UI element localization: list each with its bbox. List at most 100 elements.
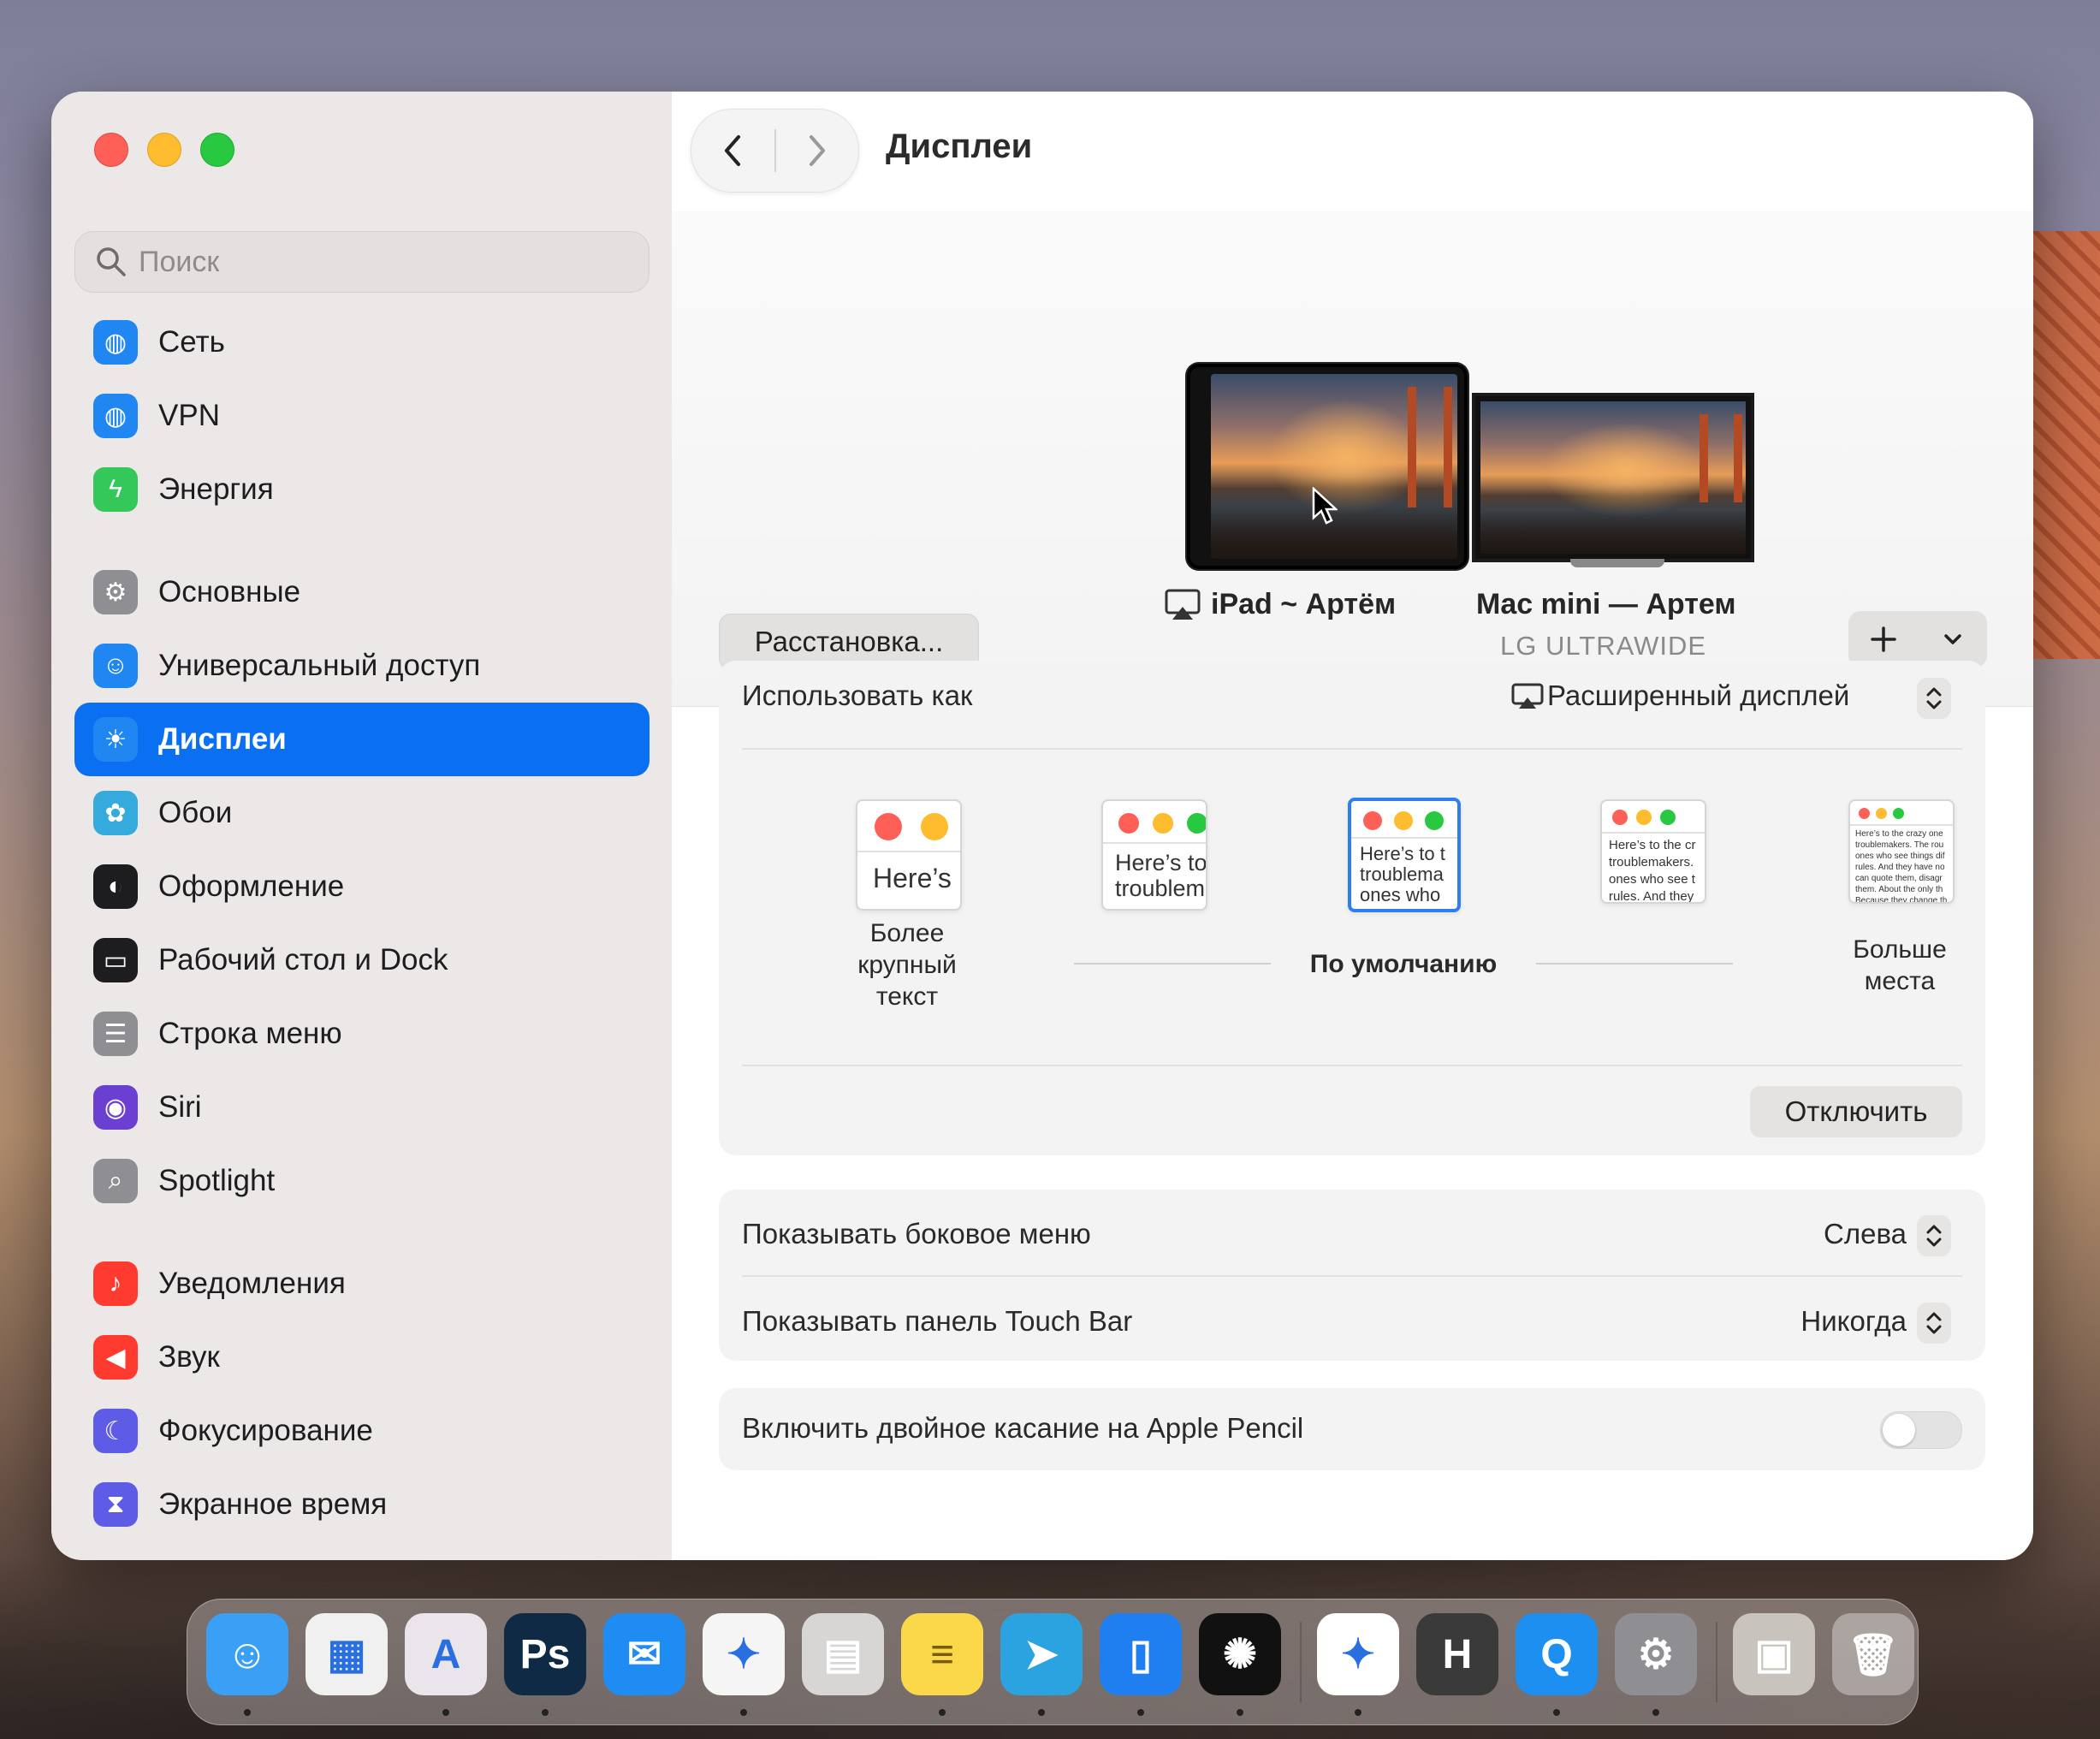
sidebar-group-spacer bbox=[74, 526, 650, 555]
cursor-icon bbox=[1312, 487, 1338, 525]
updown-chevron-icon bbox=[1926, 1312, 1942, 1334]
gear-icon: ⚙ bbox=[93, 570, 138, 614]
main-pane: Дисплеи iPad ~ Артём Mac mini — Артем LG… bbox=[672, 92, 2033, 1560]
sidebar-item[interactable]: ⧗ Экранное время bbox=[74, 1468, 650, 1541]
scale-option-2[interactable]: Here’s to troublem bbox=[1101, 799, 1207, 911]
magnifier-icon: ⌕ bbox=[93, 1159, 138, 1203]
running-indicator bbox=[939, 1709, 946, 1716]
sidebar-item-label: Экранное время bbox=[158, 1487, 388, 1521]
scale-option-default[interactable]: Here’s to t troublema ones who bbox=[1348, 798, 1461, 912]
sidebar-item[interactable]: ☰ Строка меню bbox=[74, 997, 650, 1071]
safari-icon[interactable]: ✦ bbox=[703, 1613, 785, 1695]
toggle-knob bbox=[1883, 1414, 1915, 1446]
running-indicator bbox=[1237, 1709, 1243, 1716]
scale-option-larger-text[interactable]: Here’s bbox=[856, 799, 962, 911]
trash-icon[interactable]: 🗑 bbox=[1832, 1613, 1914, 1695]
sidebar-item-label: Универсальный доступ bbox=[158, 649, 481, 682]
scale-label-larger: Более крупный текст bbox=[857, 919, 957, 1011]
search-field[interactable] bbox=[74, 231, 650, 293]
sidebar-item[interactable]: ☺ Универсальный доступ bbox=[74, 629, 650, 703]
sidebar-item-label: Оформление bbox=[158, 870, 345, 903]
monitor-stand bbox=[1570, 559, 1664, 567]
add-display-menu-button[interactable] bbox=[1918, 611, 1987, 668]
sidebar-touchbar-card: Показывать боковое меню Слева Показывать… bbox=[719, 1190, 1985, 1361]
sidebar-item[interactable]: ⌕ Spotlight bbox=[74, 1144, 650, 1218]
running-indicator bbox=[442, 1709, 449, 1716]
bell-icon: ♪ bbox=[93, 1261, 138, 1306]
creative-cloud-icon[interactable]: A bbox=[405, 1613, 487, 1695]
sidebar-item-label: Spotlight bbox=[158, 1164, 276, 1197]
chevron-left-icon bbox=[725, 135, 741, 166]
use-as-value[interactable]: Расширенный дисплей bbox=[1547, 680, 1849, 712]
close-button[interactable] bbox=[94, 133, 128, 167]
pencil-double-tap-toggle[interactable] bbox=[1880, 1411, 1962, 1449]
search-icon bbox=[97, 247, 126, 276]
zoom-button[interactable] bbox=[200, 133, 234, 167]
launchpad-icon[interactable]: ▦ bbox=[306, 1613, 388, 1695]
scale-option-4[interactable]: Here’s to the cr troublemakers. ones who… bbox=[1600, 799, 1706, 904]
scale-option-more-space[interactable]: Here’s to the crazy one troublemakers. T… bbox=[1848, 799, 1955, 904]
sidebar-position-value[interactable]: Слева bbox=[1824, 1218, 1907, 1250]
sidebar-item[interactable]: ⚙ Основные bbox=[74, 555, 650, 629]
sidebar: ◍ Сеть ◍ VPN ϟ Энергия ⚙ Основные ☺ Универсальный… bbox=[51, 92, 673, 1560]
running-indicator bbox=[1137, 1709, 1144, 1716]
sidebar-item-label: Дисплеи bbox=[158, 722, 287, 756]
sidebar-item[interactable]: ☾ Фокусирование bbox=[74, 1394, 650, 1468]
divider bbox=[742, 748, 1962, 750]
divider bbox=[742, 1065, 1962, 1066]
minimize-button[interactable] bbox=[147, 133, 181, 167]
photoshop-icon[interactable]: Ps bbox=[504, 1613, 586, 1695]
scale-track-right bbox=[1536, 963, 1733, 964]
sidebar-item[interactable]: ✿ Обои bbox=[74, 776, 650, 850]
running-indicator bbox=[1652, 1709, 1659, 1716]
updown-chevron-icon bbox=[1926, 687, 1942, 709]
search-input[interactable] bbox=[137, 244, 620, 280]
mac-display-model: LG ULTRAWIDE bbox=[1500, 631, 1707, 661]
divider bbox=[742, 1275, 1962, 1277]
sidebar-item[interactable]: ◀ Звук bbox=[74, 1321, 650, 1394]
hourglass-icon: ⧗ bbox=[93, 1482, 138, 1527]
mac-display-thumbnail[interactable] bbox=[1472, 393, 1754, 562]
chatgpt-icon[interactable]: ✺ bbox=[1199, 1613, 1281, 1695]
sidebar-item[interactable]: ▭ Рабочий стол и Dock bbox=[74, 923, 650, 997]
battery-bolt-icon: ϟ bbox=[93, 467, 138, 512]
sidebar-item[interactable]: ϟ Энергия bbox=[74, 453, 650, 526]
disconnect-button[interactable]: Отключить bbox=[1750, 1086, 1962, 1137]
calculator-icon[interactable]: ▤ bbox=[802, 1613, 884, 1695]
sidebar-item[interactable]: ♪ Уведомления bbox=[74, 1247, 650, 1321]
sidebar-item-label: Обои bbox=[158, 796, 233, 829]
forward-button[interactable] bbox=[776, 110, 859, 192]
sidebar-item-label: Звук bbox=[158, 1340, 220, 1374]
use-as-label: Использовать как bbox=[742, 680, 973, 711]
sidebar-item[interactable]: ◉ Siri bbox=[74, 1071, 650, 1144]
pencil-card: Включить двойное касание на Apple Pencil bbox=[719, 1388, 1985, 1470]
sidebar-position-stepper[interactable] bbox=[1917, 1215, 1951, 1256]
siri-icon: ◉ bbox=[93, 1085, 138, 1130]
sidebar-item[interactable]: ◐ Оформление bbox=[74, 850, 650, 923]
finder-icon[interactable]: ☺ bbox=[206, 1613, 288, 1695]
touchbar-stepper[interactable] bbox=[1917, 1303, 1951, 1344]
display-arrangement-area: iPad ~ Артём Mac mini — Артем LG ULTRAWI… bbox=[672, 211, 2033, 715]
sidecar-icon[interactable]: ▯ bbox=[1100, 1613, 1182, 1695]
gemini-icon[interactable]: ✦ bbox=[1317, 1613, 1399, 1695]
telegram-icon[interactable]: ➤ bbox=[1000, 1613, 1083, 1695]
hype-icon[interactable]: H bbox=[1416, 1613, 1498, 1695]
touchbar-value[interactable]: Никогда bbox=[1800, 1305, 1907, 1338]
ipad-display-name: iPad ~ Артём bbox=[1211, 588, 1397, 620]
system-settings-icon[interactable]: ⚙ bbox=[1615, 1613, 1697, 1695]
sidebar-item[interactable]: ☀ Дисплеи bbox=[74, 703, 650, 776]
sidebar-item-label: Фокусирование bbox=[158, 1414, 373, 1447]
add-display-group bbox=[1848, 611, 1987, 668]
globe-icon: ◍ bbox=[93, 320, 138, 365]
notes-icon[interactable]: ≡ bbox=[901, 1613, 983, 1695]
add-display-button[interactable] bbox=[1848, 611, 1918, 668]
sidebar-item[interactable]: ◍ VPN bbox=[74, 379, 650, 453]
scale-thumb-text: Here’s to t troublema ones who bbox=[1360, 843, 1445, 906]
mail-icon[interactable]: ✉ bbox=[603, 1613, 685, 1695]
sidebar-item[interactable]: ◍ Сеть bbox=[74, 306, 650, 379]
back-button[interactable] bbox=[691, 110, 774, 192]
preview-icon[interactable]: ▣ bbox=[1733, 1613, 1815, 1695]
quicktime-icon[interactable]: Q bbox=[1516, 1613, 1598, 1695]
ipad-display-thumbnail[interactable] bbox=[1187, 364, 1468, 569]
use-as-stepper[interactable] bbox=[1917, 678, 1951, 719]
